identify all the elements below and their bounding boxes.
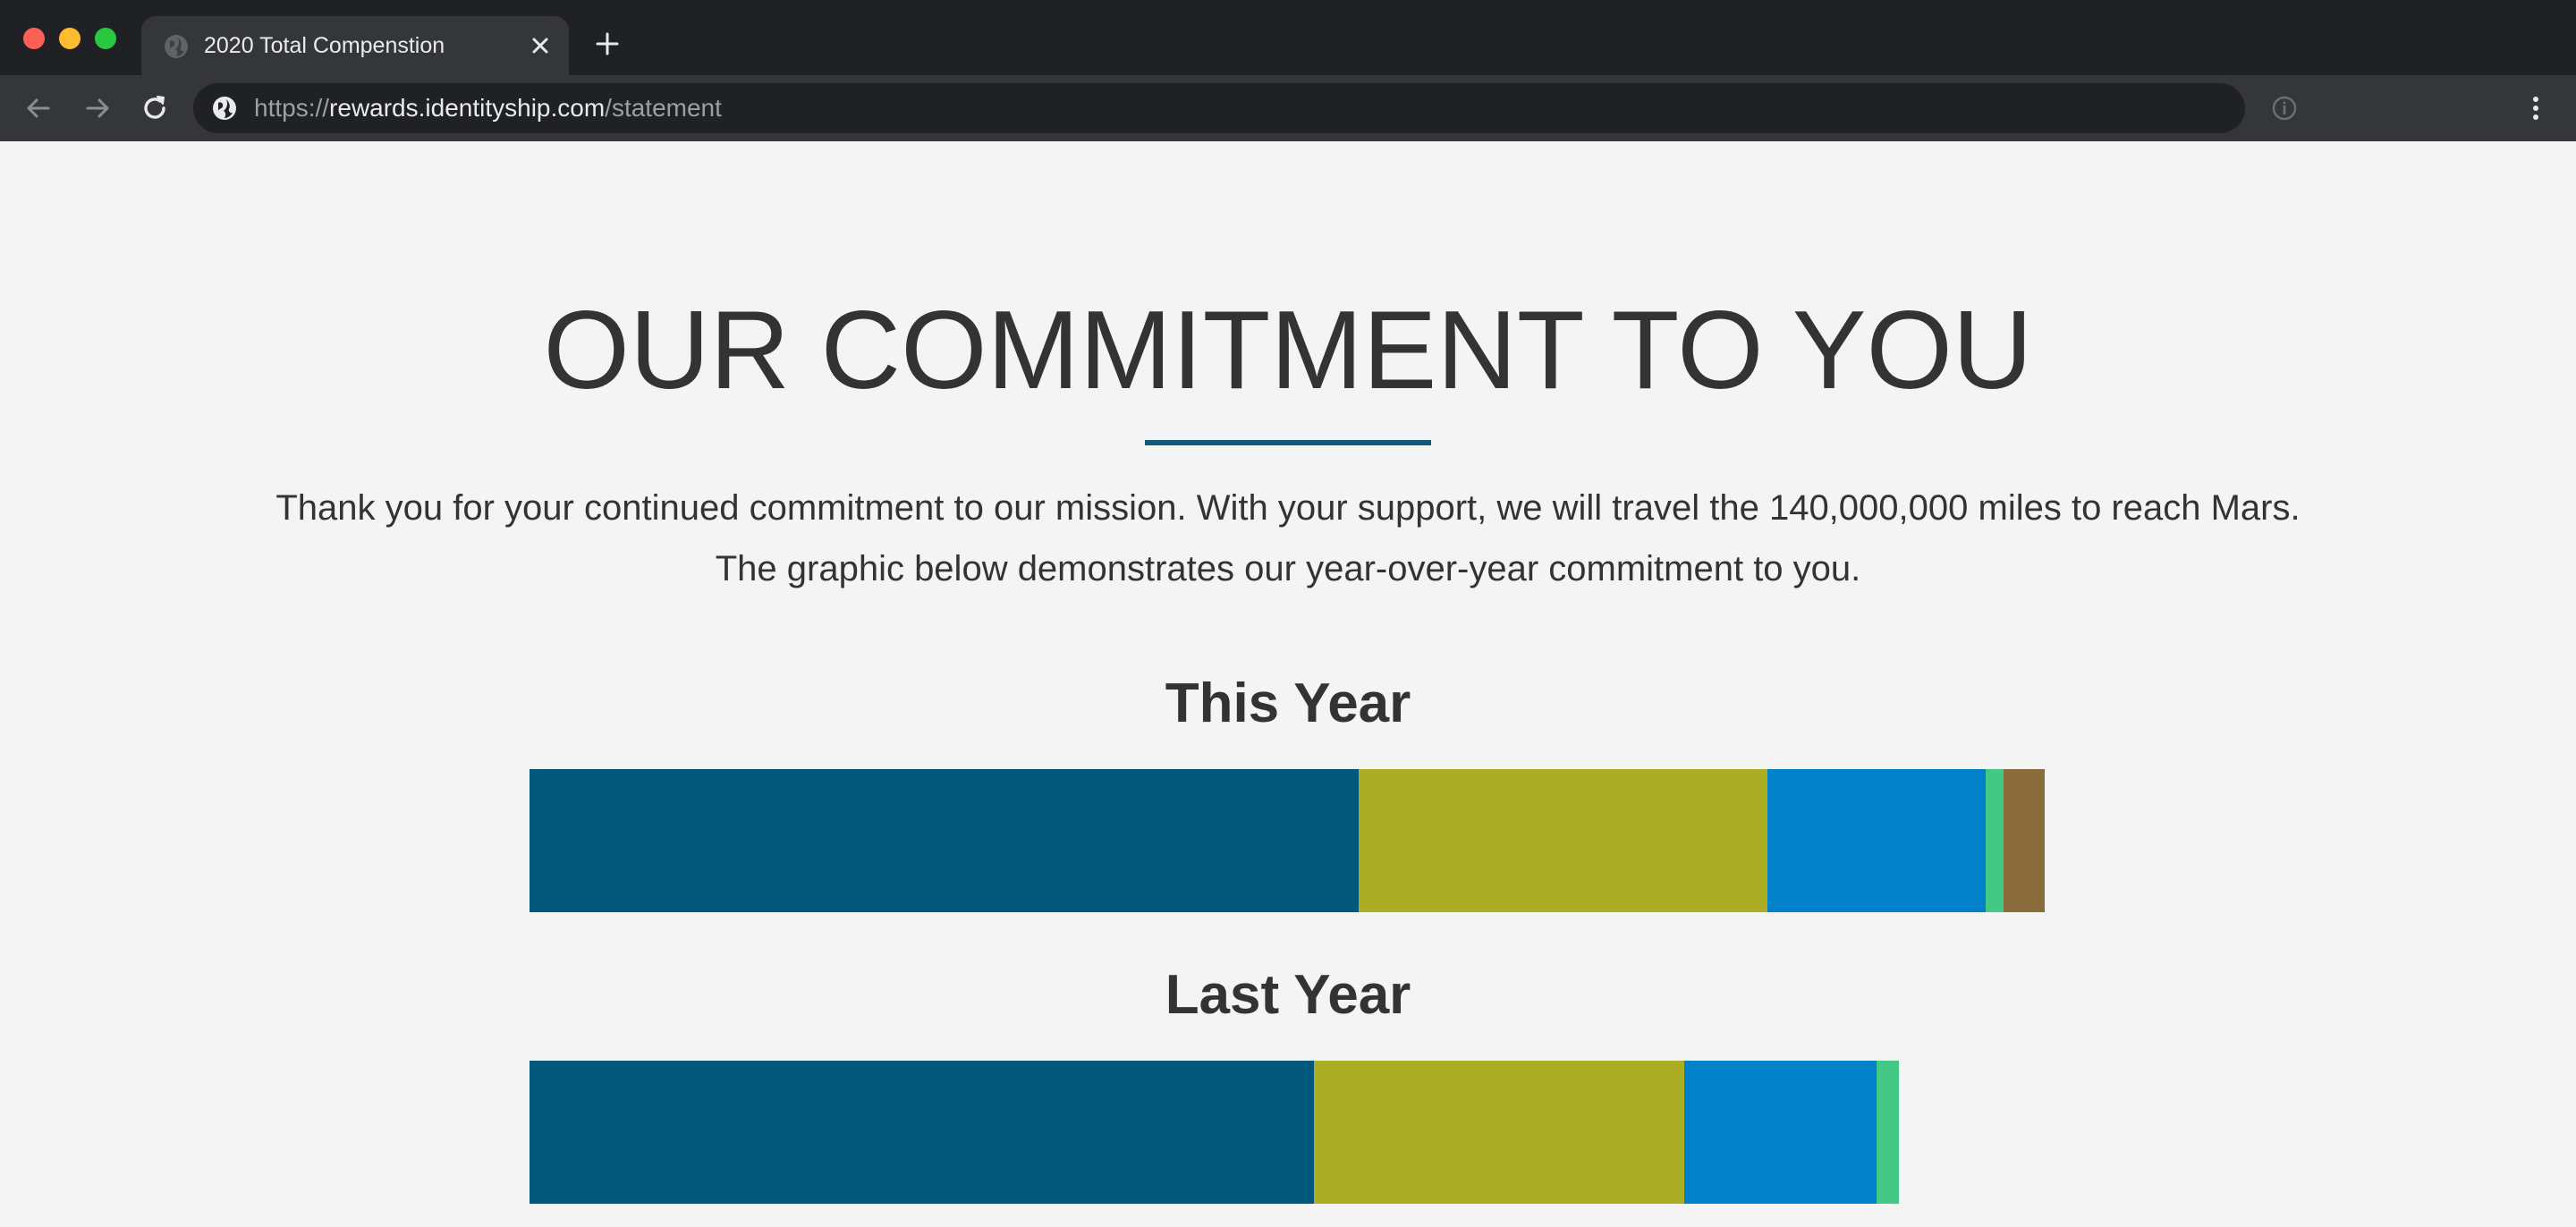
minimize-window-button[interactable]: [59, 28, 80, 49]
bar-segment-1: [530, 769, 1359, 912]
title-divider: [1145, 440, 1431, 445]
intro-paragraph: Thank you for your continued commitment …: [275, 488, 2301, 588]
globe-icon[interactable]: [211, 95, 238, 122]
page-content: OUR COMMITMENT TO YOU Thank you for your…: [0, 141, 2576, 1227]
page-title: OUR COMMITMENT TO YOU: [543, 289, 2033, 412]
browser-tab[interactable]: 2020 Total Compenstion: [141, 16, 569, 75]
last-year-bar: [530, 1061, 1900, 1204]
url-path: /statement: [605, 94, 722, 122]
bar-segment-2: [1358, 769, 1767, 912]
bar-segment-4: [1876, 1061, 1900, 1204]
forward-arrow-icon[interactable]: [80, 91, 114, 125]
bar-segment-1: [530, 1061, 1315, 1204]
last-year-title: Last Year: [1165, 964, 1411, 1026]
more-menu-icon[interactable]: [2521, 93, 2551, 123]
bar-segment-4: [1985, 769, 2004, 912]
url-host: rewards.identityship.com: [329, 94, 606, 122]
close-tab-icon[interactable]: [526, 31, 555, 60]
reload-icon[interactable]: [138, 91, 172, 125]
bar-segment-3: [1683, 1061, 1877, 1204]
url-text[interactable]: https://rewards.identityship.com/stateme…: [254, 94, 722, 123]
browser-chrome: 2020 Total Compenstion https://rewards.i…: [0, 0, 2576, 141]
globe-icon: [165, 35, 188, 58]
address-bar[interactable]: https://rewards.identityship.com/stateme…: [193, 83, 2245, 133]
browser-toolbar: https://rewards.identityship.com/stateme…: [0, 75, 2576, 141]
url-scheme: https://: [254, 94, 330, 122]
info-icon[interactable]: [2270, 94, 2299, 123]
bar-segment-2: [1314, 1061, 1684, 1204]
tab-strip: 2020 Total Compenstion: [0, 0, 2576, 75]
bar-segment-5: [2004, 769, 2045, 912]
zoom-window-button[interactable]: [95, 28, 116, 49]
tab-title: 2020 Total Compenstion: [204, 33, 445, 58]
this-year-bar: [530, 769, 2045, 912]
bar-segment-3: [1767, 769, 1986, 912]
back-arrow-icon[interactable]: [21, 91, 55, 125]
new-tab-icon[interactable]: [592, 29, 623, 59]
this-year-title: This Year: [1165, 673, 1411, 734]
close-window-button[interactable]: [23, 28, 45, 49]
